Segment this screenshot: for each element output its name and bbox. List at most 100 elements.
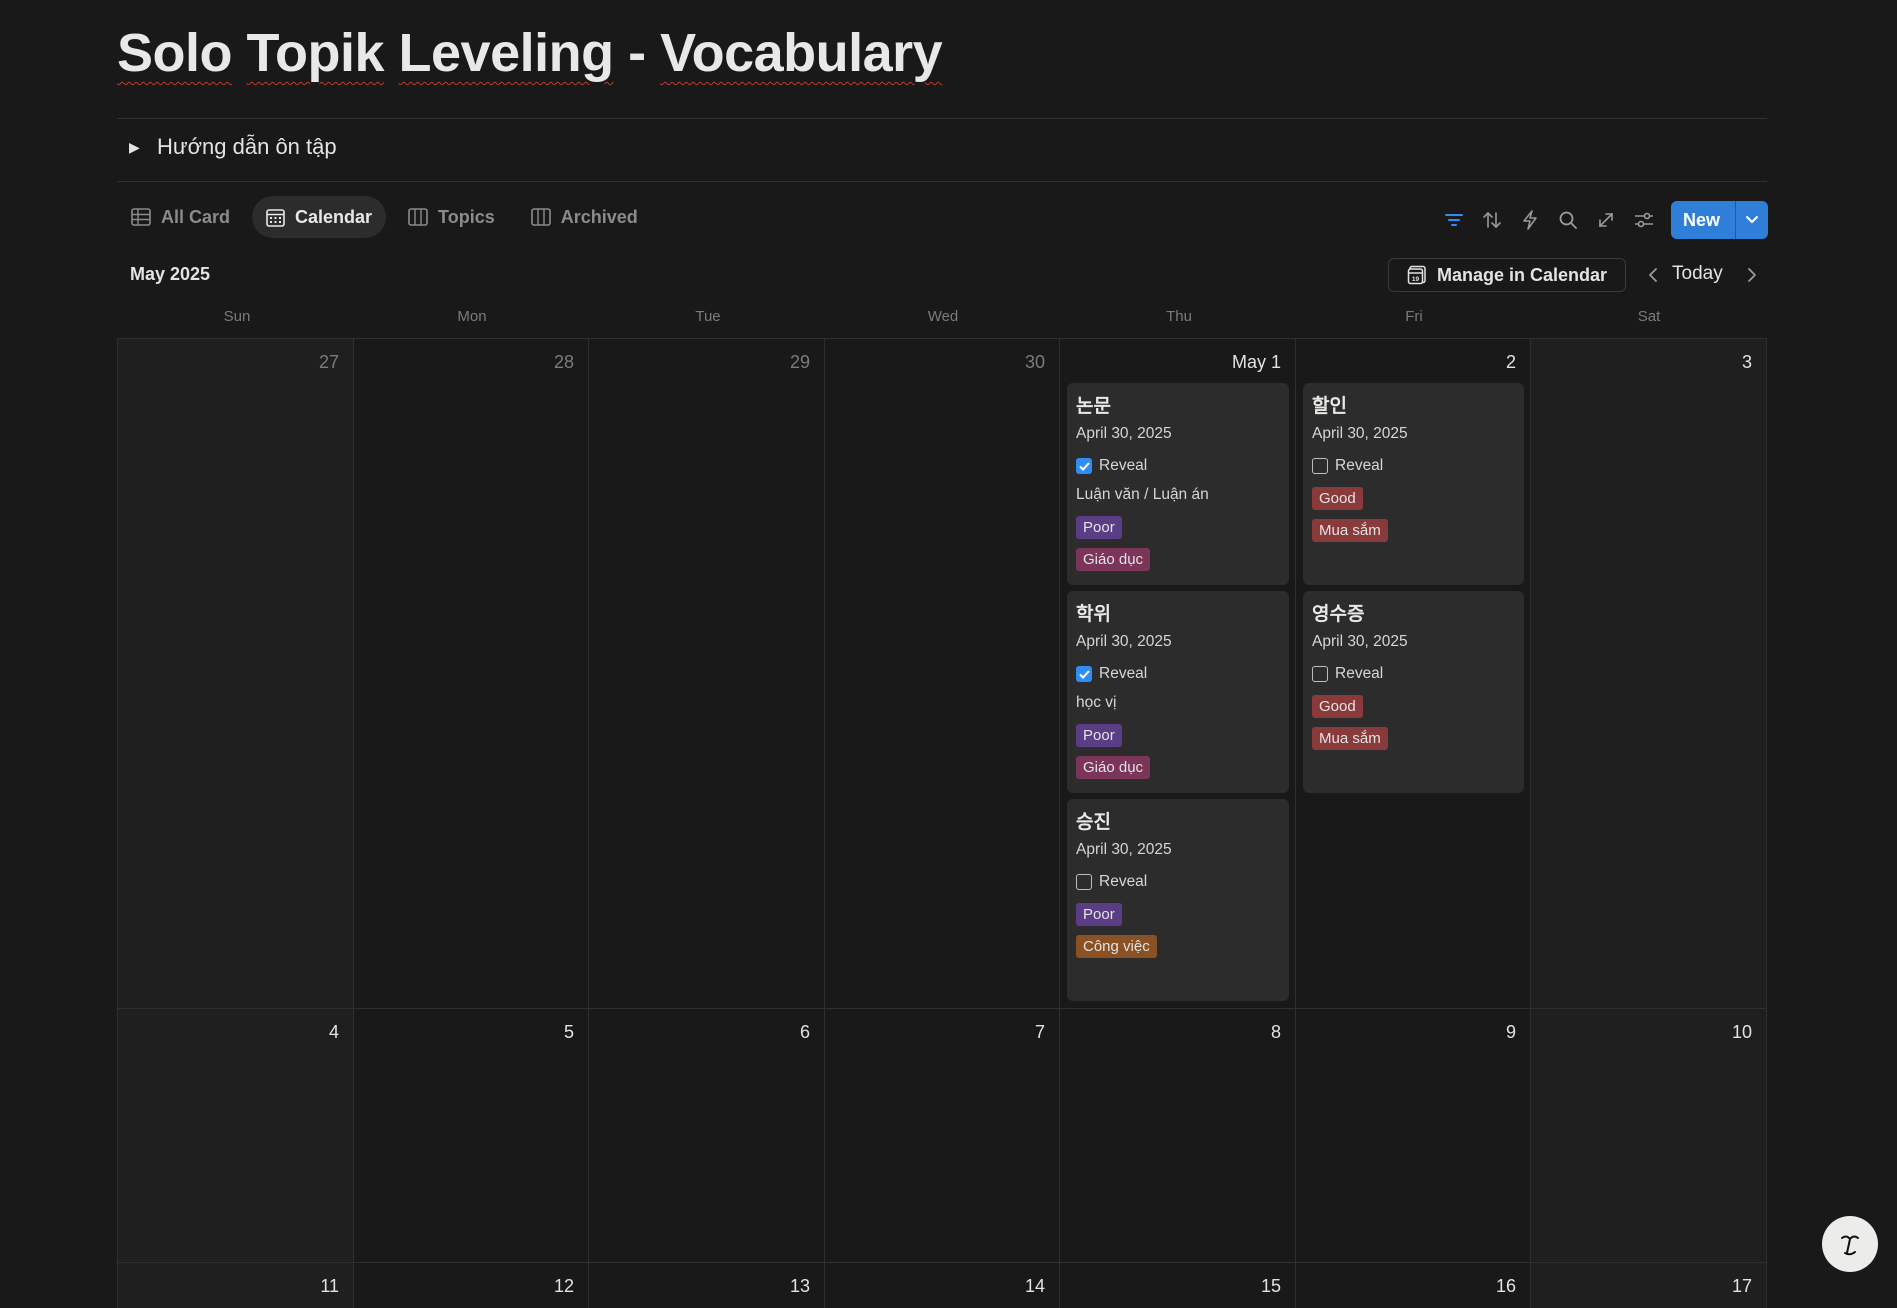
day-number: 28 (553, 352, 574, 372)
day-number: 17 (1731, 1276, 1752, 1296)
settings-button[interactable] (1625, 201, 1663, 239)
reveal-label: Reveal (1099, 457, 1148, 474)
checkbox-unchecked[interactable] (1312, 666, 1328, 682)
day-cell[interactable]: 8 (1059, 1009, 1295, 1263)
calendar-grid: 27 28 29 30 May 1 2 3 4 5 6 7 8 9 10 11 … (117, 338, 1767, 1308)
help-button[interactable] (1822, 1216, 1878, 1272)
tab-archived[interactable]: Archived (517, 196, 652, 238)
next-month-button[interactable] (1739, 262, 1765, 288)
vocab-card[interactable]: 할인 April 30, 2025 Reveal Good Mua sắm (1303, 383, 1524, 585)
sort-button[interactable] (1473, 201, 1511, 239)
reveal-checkbox-row[interactable]: Reveal (1312, 455, 1515, 477)
reveal-checkbox-row[interactable]: Reveal (1312, 663, 1515, 685)
day-cell[interactable]: 11 (117, 1263, 353, 1308)
day-number: 14 (1024, 1276, 1045, 1296)
sort-icon (1483, 212, 1501, 228)
card-date: April 30, 2025 (1076, 841, 1172, 858)
new-button-group: New (1670, 201, 1768, 239)
day-cell[interactable]: 28 (353, 339, 588, 1009)
search-button[interactable] (1549, 201, 1587, 239)
today-button[interactable]: Today (1672, 263, 1723, 285)
day-number: 27 (318, 352, 339, 372)
toggle-label: Hướng dẫn ôn tập (157, 134, 337, 159)
rating-tag: Poor (1076, 724, 1122, 747)
tab-calendar[interactable]: Calendar (252, 196, 387, 238)
tab-label: Topics (438, 206, 495, 227)
day-number: 7 (1034, 1022, 1045, 1042)
day-cell[interactable]: 15 (1059, 1263, 1295, 1308)
day-cell[interactable]: 16 (1295, 1263, 1530, 1308)
search-icon (1559, 211, 1577, 229)
day-cell[interactable]: 29 (588, 339, 824, 1009)
vocab-card[interactable]: 영수증 April 30, 2025 Reveal Good Mua sắm (1303, 591, 1524, 793)
checkbox-checked[interactable] (1076, 458, 1092, 474)
reveal-label: Reveal (1099, 665, 1148, 682)
card-meaning: Luận văn / Luận án (1076, 486, 1209, 503)
prev-month-button[interactable] (1640, 262, 1666, 288)
check-icon (1078, 461, 1090, 471)
day-cell[interactable]: 12 (353, 1263, 588, 1308)
title-separator: - (628, 23, 646, 83)
rating-tag: Good (1312, 487, 1363, 510)
card-date: April 30, 2025 (1076, 425, 1172, 442)
table-icon (131, 208, 151, 226)
checkbox-unchecked[interactable] (1076, 874, 1092, 890)
day-number: 8 (1270, 1022, 1281, 1042)
day-number: 6 (799, 1022, 810, 1042)
topic-tag: Mua sắm (1312, 519, 1388, 542)
day-number: 15 (1260, 1276, 1281, 1296)
day-number: May 1 (1231, 352, 1281, 372)
expand-button[interactable] (1587, 201, 1625, 239)
title-word: Leveling (398, 23, 615, 83)
settings-icon (1634, 212, 1653, 228)
day-cell[interactable]: 30 (824, 339, 1059, 1009)
reveal-checkbox-row[interactable]: Reveal (1076, 871, 1280, 893)
vocab-card[interactable]: 논문 April 30, 2025 Reveal Luận văn / Luận… (1067, 383, 1289, 585)
filter-button[interactable] (1435, 201, 1473, 239)
new-button[interactable]: New (1671, 201, 1735, 239)
automation-button[interactable] (1511, 201, 1549, 239)
checkbox-unchecked[interactable] (1312, 458, 1328, 474)
card-word: 영수증 (1312, 604, 1365, 625)
rating-tag: Poor (1076, 516, 1122, 539)
card-meaning: học vị (1076, 694, 1117, 711)
day-cell[interactable]: 10 (1530, 1009, 1767, 1263)
day-cell[interactable]: 7 (824, 1009, 1059, 1263)
toggle-block[interactable]: ▶ Hướng dẫn ôn tập (129, 134, 337, 160)
vocab-card[interactable]: 승진 April 30, 2025 Reveal Poor Công việc (1067, 799, 1289, 1001)
reveal-checkbox-row[interactable]: Reveal (1076, 663, 1280, 685)
calendar-icon (266, 208, 285, 227)
tab-topics[interactable]: Topics (394, 196, 509, 238)
reveal-label: Reveal (1335, 665, 1384, 682)
day-cell[interactable]: 14 (824, 1263, 1059, 1308)
new-dropdown-button[interactable] (1735, 201, 1768, 239)
day-cell[interactable]: 13 (588, 1263, 824, 1308)
card-date: April 30, 2025 (1076, 633, 1172, 650)
topic-tag: Công việc (1076, 935, 1157, 958)
checkbox-checked[interactable] (1076, 666, 1092, 682)
manage-label: Manage in Calendar (1436, 264, 1608, 285)
reveal-checkbox-row[interactable]: Reveal (1076, 455, 1280, 477)
day-number: 5 (563, 1022, 574, 1042)
page: Solo Topik Leveling - Vocabulary ▶ Hướng… (0, 0, 1897, 1308)
ai-face-icon (1841, 1235, 1859, 1256)
filter-icon (1444, 214, 1463, 226)
page-title[interactable]: Solo Topik Leveling - Vocabulary (117, 22, 943, 84)
tab-all-card[interactable]: All Card (117, 196, 244, 238)
card-date: April 30, 2025 (1312, 425, 1408, 442)
title-word: Topik (246, 23, 385, 83)
manage-in-calendar-button[interactable]: 19 Manage in Calendar (1388, 258, 1626, 292)
chevron-right-icon (1748, 268, 1756, 282)
vocab-card[interactable]: 학위 April 30, 2025 Reveal học vị Poor Giá… (1067, 591, 1289, 793)
reveal-label: Reveal (1335, 457, 1384, 474)
day-cell[interactable]: 17 (1530, 1263, 1767, 1308)
topic-tag: Mua sắm (1312, 727, 1388, 750)
day-cell[interactable]: 5 (353, 1009, 588, 1263)
day-cell[interactable]: 4 (117, 1009, 353, 1263)
triangle-right-icon: ▶ (129, 138, 140, 155)
day-cell[interactable]: 3 (1530, 339, 1767, 1009)
day-cell[interactable]: 9 (1295, 1009, 1530, 1263)
day-cell[interactable]: 27 (117, 339, 353, 1009)
weekday-header: Thu (1166, 308, 1192, 325)
day-cell[interactable]: 6 (588, 1009, 824, 1263)
